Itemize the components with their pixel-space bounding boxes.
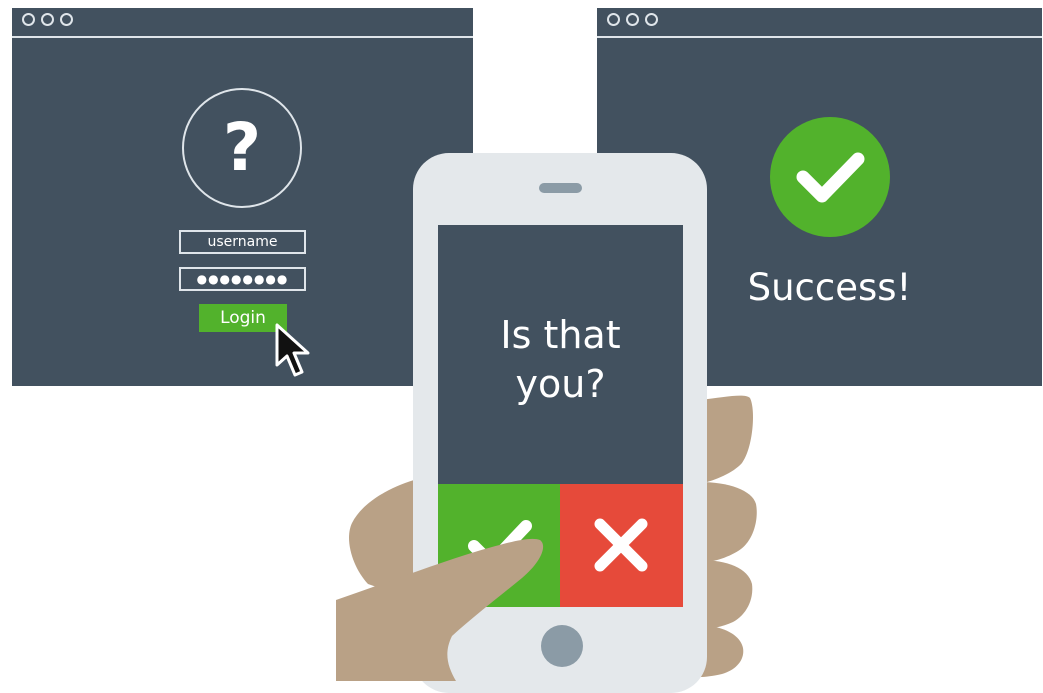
thumb-illustration bbox=[336, 538, 544, 681]
